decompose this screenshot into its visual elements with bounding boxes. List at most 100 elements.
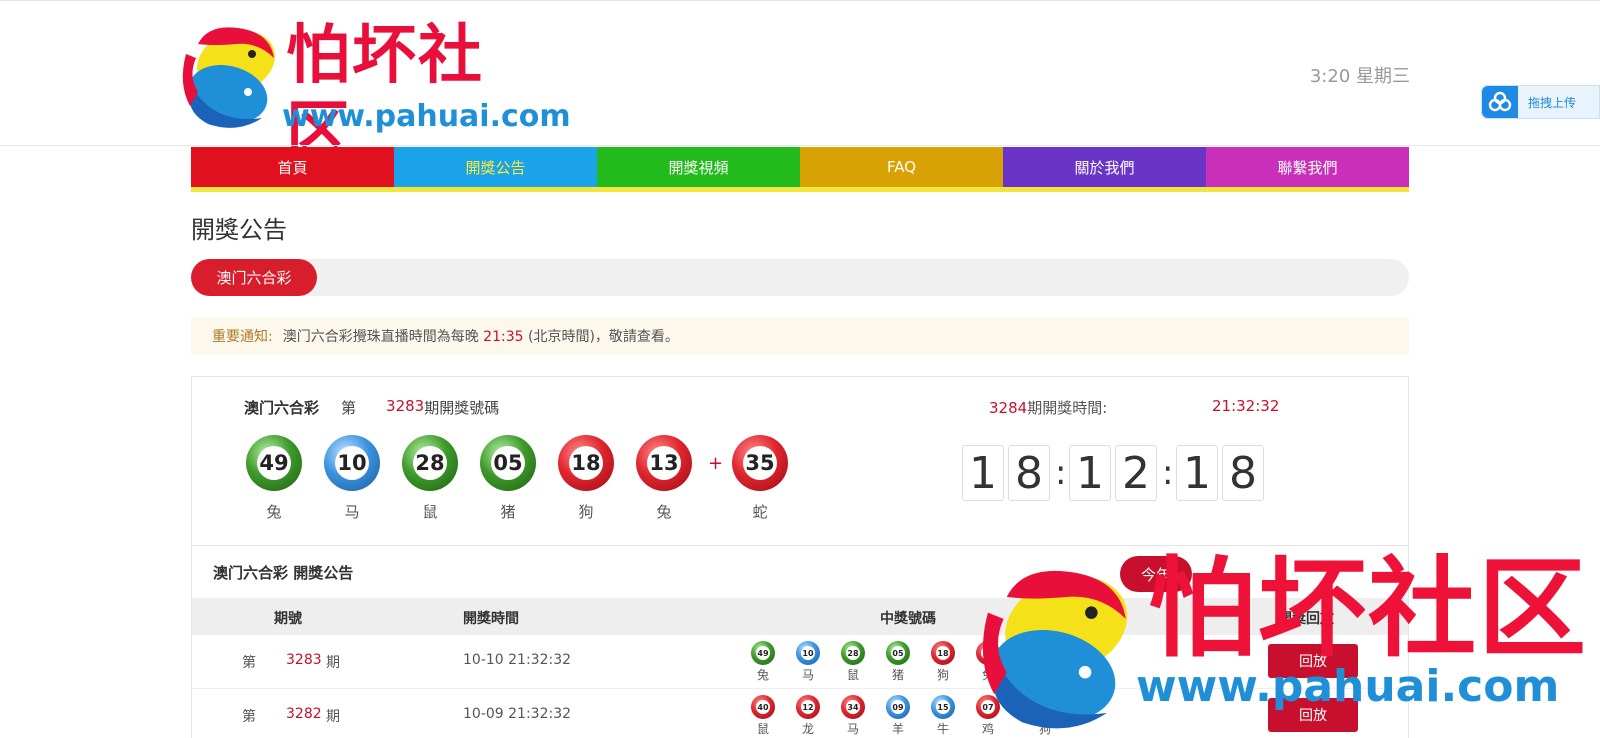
countdown-digit: 2 <box>1115 445 1157 501</box>
ball-zodiac: 狗 <box>936 668 949 682</box>
ball-icon: 18 <box>931 641 955 665</box>
ball-icon: 28 <box>841 641 865 665</box>
result-ball: 10 马 <box>322 435 382 522</box>
small-ball: 12 龙 <box>794 695 822 737</box>
ball-icon: 18 <box>558 435 614 491</box>
countdown-digit: 1 <box>1176 445 1218 501</box>
notice-time: 21:35 <box>483 329 524 345</box>
result-ball: 13 兔 <box>634 435 694 522</box>
small-ball: 09 羊 <box>884 695 912 737</box>
notice-text-after: (北京時間)，敬請查看。 <box>527 329 679 345</box>
nav-contact[interactable]: 聯繫我們 <box>1206 147 1409 187</box>
special-ball: 35 蛇 <box>730 435 790 522</box>
ball-icon: 12 <box>796 695 820 719</box>
page-title: 開獎公告 <box>191 216 287 244</box>
ball-number: 15 <box>937 702 949 712</box>
small-ball: 10 马 <box>794 641 822 683</box>
ball-number: 28 <box>847 648 859 658</box>
notice-bar: 重要通知: 澳门六合彩攪珠直播時間為每晚 21:35 (北京時間)，敬請查看。 <box>191 317 1409 355</box>
small-ball: 34 马 <box>839 695 867 737</box>
ball-number: 18 <box>571 451 601 475</box>
ball-icon: 49 <box>246 435 302 491</box>
ball-number: 18 <box>937 648 949 658</box>
header-divider <box>0 145 1600 146</box>
countdown-separator: : <box>1162 453 1174 493</box>
col-issue: 期號 <box>274 611 302 627</box>
logo-url: www.pahuai.com <box>282 99 571 134</box>
ball-zodiac: 猪 <box>500 503 516 521</box>
ball-zodiac: 猪 <box>891 668 904 682</box>
upload-widget[interactable]: 拖拽上传 <box>1481 85 1600 119</box>
countdown-separator: : <box>1055 453 1067 493</box>
ball-number: 49 <box>259 451 289 475</box>
ball-zodiac: 狗 <box>578 503 594 521</box>
result-ball: 49 兔 <box>244 435 304 522</box>
watermark-url: www.pahuai.com <box>1136 661 1560 712</box>
ball-zodiac: 鼠 <box>756 722 769 736</box>
next-label-suffix: 期開獎時間: <box>1027 399 1108 417</box>
small-ball: 49 兔 <box>749 641 777 683</box>
nav-home[interactable]: 首頁 <box>191 147 394 187</box>
ball-zodiac: 马 <box>846 722 859 736</box>
row-issue: 3283 <box>286 652 322 668</box>
small-ball: 05 猪 <box>884 641 912 683</box>
ball-zodiac: 兔 <box>656 503 672 521</box>
ball-icon: 28 <box>402 435 458 491</box>
row-qi: 期 <box>326 709 340 725</box>
row-time: 10-10 21:32:32 <box>463 652 572 668</box>
ball-number: 34 <box>847 702 859 712</box>
latest-lottery-name: 澳门六合彩 <box>244 399 320 417</box>
ball-zodiac: 鼠 <box>422 503 438 521</box>
latest-issue-number: 3283 <box>386 397 425 415</box>
small-ball: 40 鼠 <box>749 695 777 737</box>
site-logo[interactable]: 怕坏社区 www.pahuai.com <box>178 14 571 169</box>
ball-icon: 10 <box>324 435 380 491</box>
top-border <box>0 0 1600 1</box>
col-winning-numbers: 中獎號碼 <box>880 611 936 627</box>
ball-zodiac: 龙 <box>801 722 814 736</box>
upload-label: 拖拽上传 <box>1528 96 1577 110</box>
ball-number: 40 <box>757 702 769 712</box>
latest-draw-header: 澳门六合彩 第 3283 期開獎號碼 <box>244 397 499 418</box>
result-ball: 05 猪 <box>478 435 538 522</box>
col-draw-time: 開獎時間 <box>463 611 519 627</box>
ball-icon: 49 <box>751 641 775 665</box>
result-ball: 28 鼠 <box>400 435 460 522</box>
notice-label: 重要通知: <box>212 329 273 345</box>
main-nav: 首頁 開獎公告 開獎視頻 FAQ 關於我們 聯繫我們 <box>191 147 1409 192</box>
ball-icon: 35 <box>732 435 788 491</box>
row-di: 第 <box>242 709 256 725</box>
small-ball: 15 牛 <box>929 695 957 737</box>
ball-icon: 05 <box>480 435 536 491</box>
header-clock: 3:20 星期三 <box>1309 66 1410 87</box>
ball-number: 28 <box>415 451 445 475</box>
cloud-icon <box>1482 86 1518 118</box>
ball-number: 05 <box>493 451 523 475</box>
ball-zodiac: 马 <box>344 503 360 521</box>
plus-sign: + <box>708 453 724 474</box>
nav-draw-announcements[interactable]: 開獎公告 <box>394 147 597 187</box>
small-ball: 28 鼠 <box>839 641 867 683</box>
row-time: 10-09 21:32:32 <box>463 706 572 722</box>
notice-text-before: 澳门六合彩攪珠直播時間為每晚 <box>282 329 479 345</box>
nav-faq[interactable]: FAQ <box>800 147 1003 187</box>
ball-icon: 05 <box>886 641 910 665</box>
ball-icon: 13 <box>636 435 692 491</box>
nav-draw-videos[interactable]: 開獎視頻 <box>597 147 800 187</box>
tab-macau-lottery[interactable]: 澳门六合彩 <box>191 259 317 296</box>
ball-number: 49 <box>757 648 769 658</box>
ball-icon: 10 <box>796 641 820 665</box>
ball-number: 10 <box>337 451 367 475</box>
watermark: 怕坏社区 www.pahuai.com <box>970 550 1600 738</box>
ball-icon: 09 <box>886 695 910 719</box>
small-ball: 18 狗 <box>929 641 957 683</box>
ball-zodiac: 羊 <box>891 722 904 736</box>
row-issue: 3282 <box>286 706 322 722</box>
ball-icon: 40 <box>751 695 775 719</box>
ball-zodiac: 马 <box>801 668 814 682</box>
ball-number: 10 <box>802 648 814 658</box>
nav-about[interactable]: 關於我們 <box>1003 147 1206 187</box>
row-qi: 期 <box>326 655 340 671</box>
countdown-digit: 8 <box>1008 445 1050 501</box>
notice-text: 澳门六合彩攪珠直播時間為每晚 21:35 (北京時間)，敬請查看。 <box>283 326 679 346</box>
